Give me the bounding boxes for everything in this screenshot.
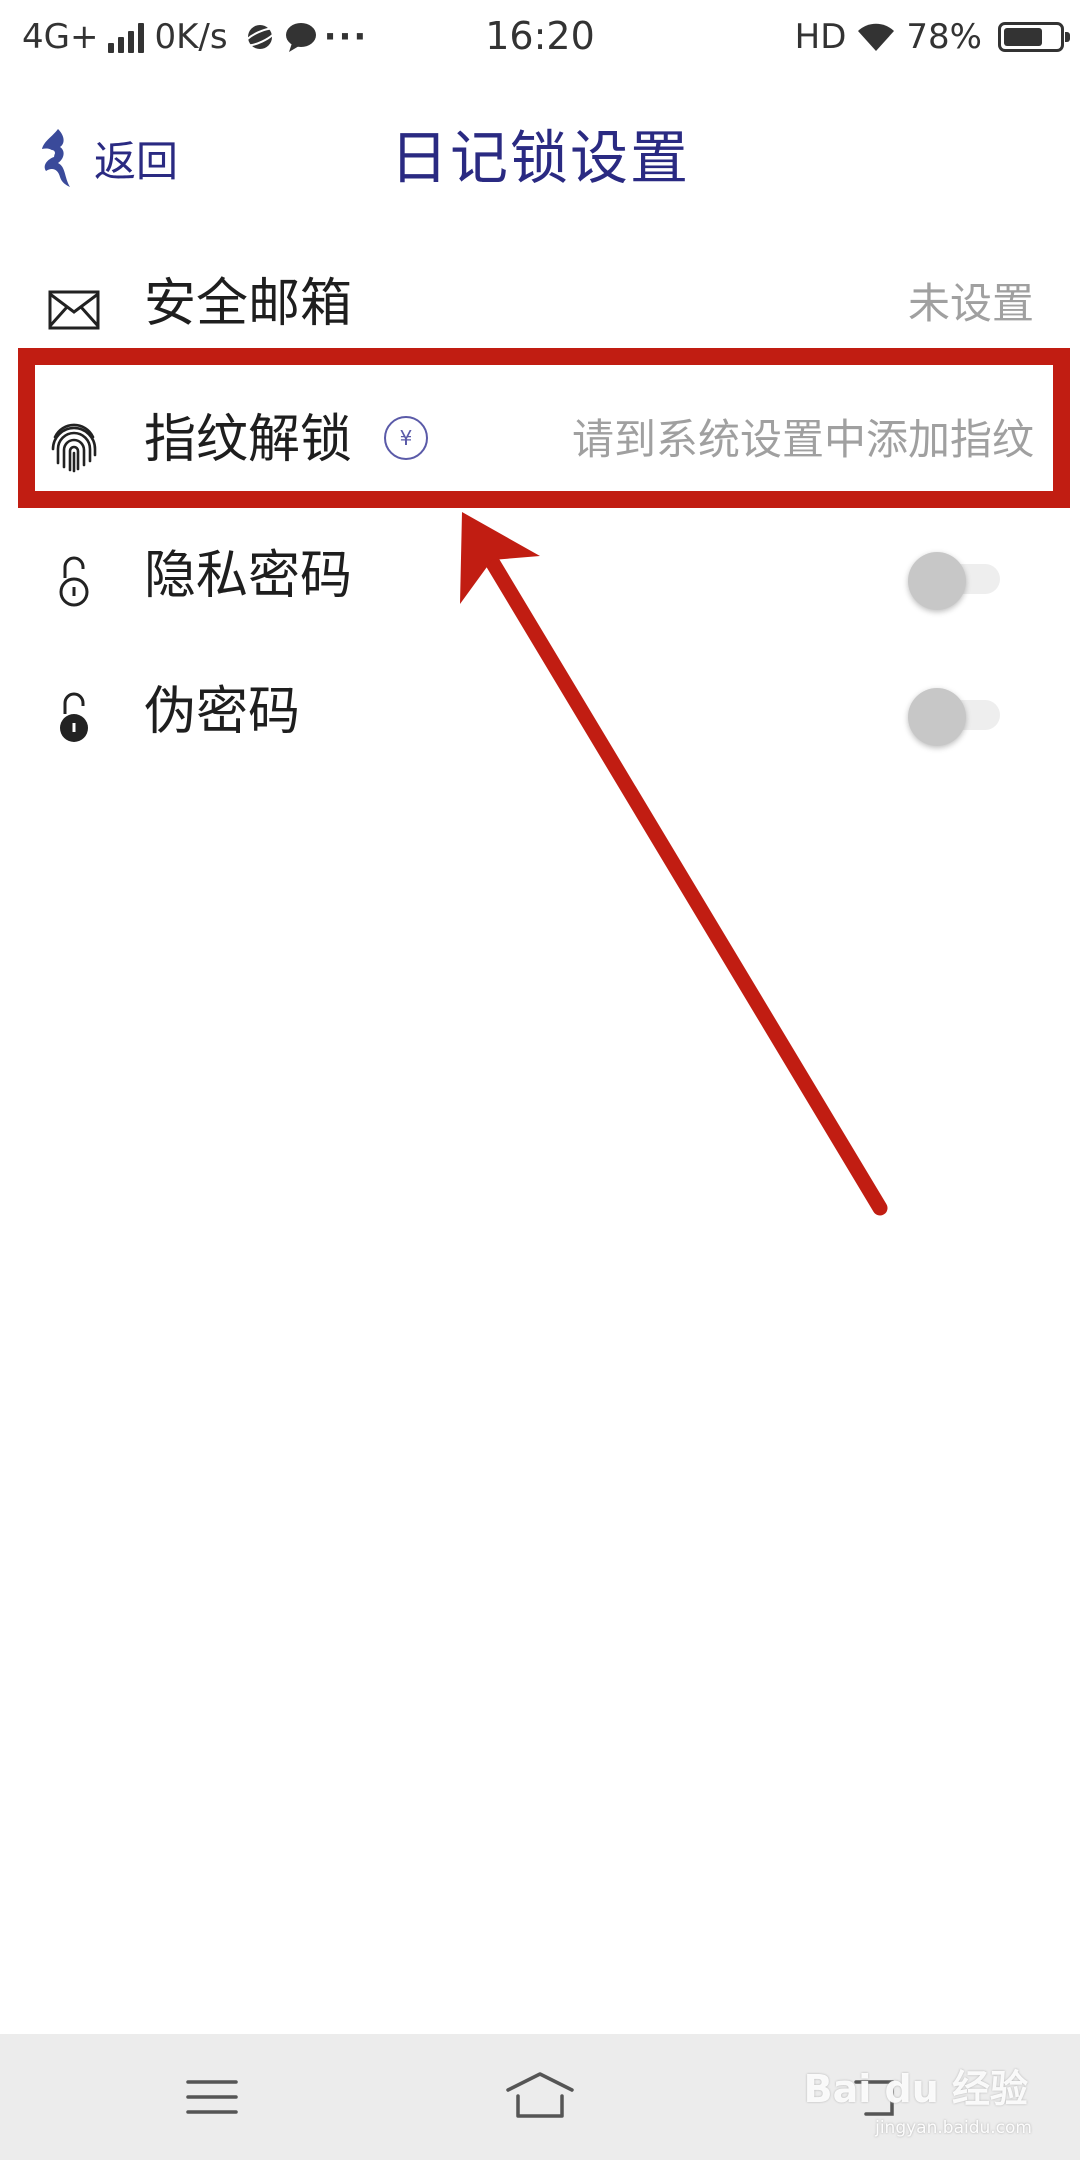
menu-icon [186,2080,238,2114]
annotation-arrow [460,512,888,1216]
home-button[interactable] [500,2062,580,2132]
home-icon [506,2072,574,2118]
baidu-watermark: Bai du 经验 [803,2067,1028,2111]
system-navigation-bar: Bai du 经验 jingyan.baidu.com [0,2034,1080,2160]
menu-button[interactable] [172,2062,252,2132]
baidu-watermark-url: jingyan.baidu.com [875,2118,1032,2138]
